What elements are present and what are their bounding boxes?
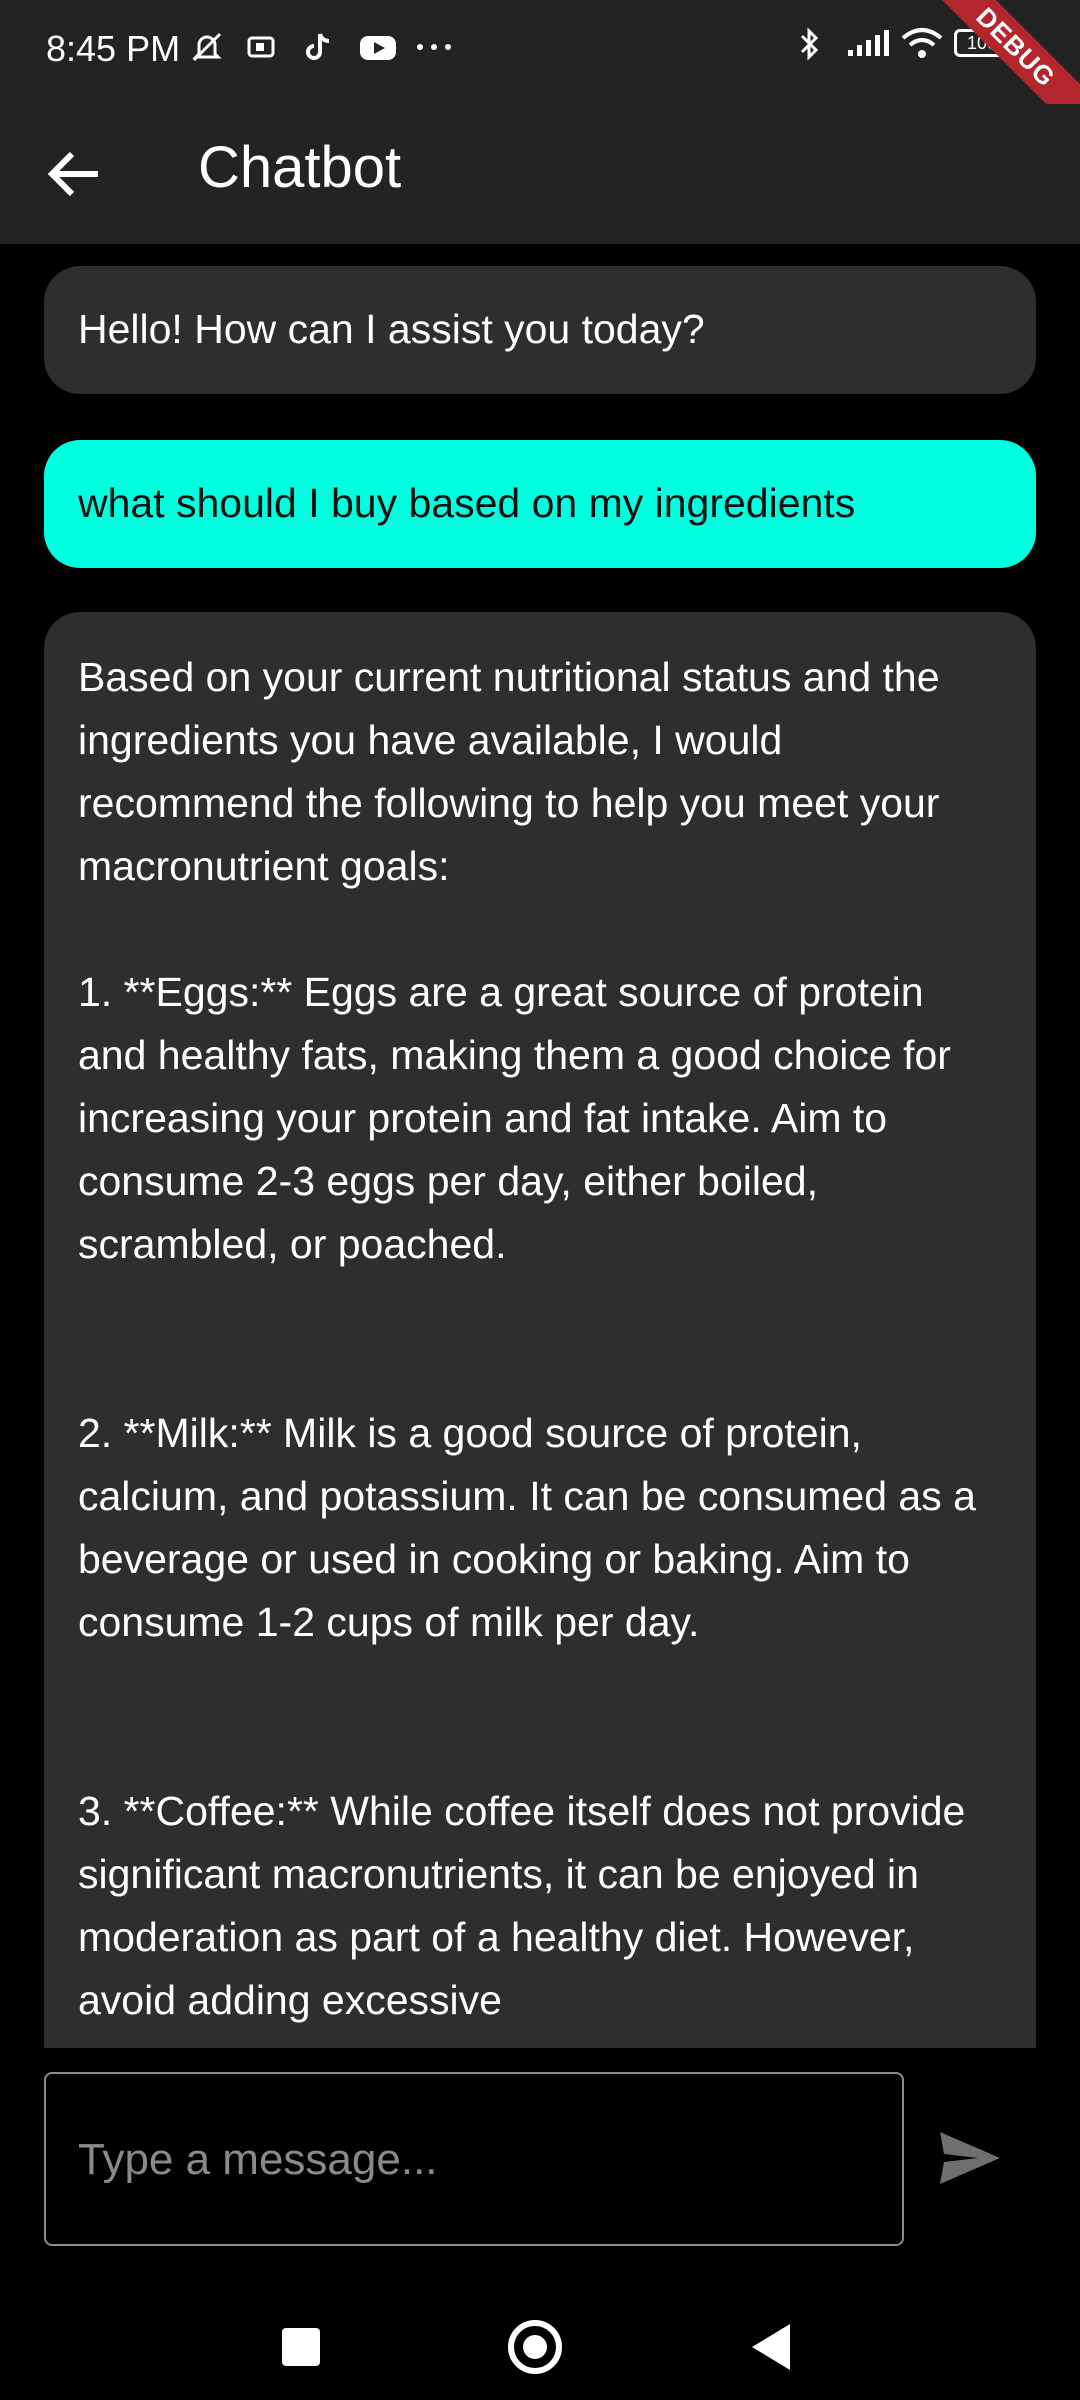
status-left-icons [190, 30, 451, 64]
send-button[interactable] [934, 2122, 1006, 2194]
more-dots-icon [414, 30, 451, 64]
tiktok-icon [302, 30, 336, 64]
chat-list[interactable]: Hello! How can I assist you today? what … [44, 266, 1036, 2048]
user-message: what should I buy based on my ingredient… [44, 440, 1036, 568]
bot-message: Hello! How can I assist you today? [44, 266, 1036, 394]
status-bar: 8:45 PM 100 DEBUG [0, 0, 1080, 139]
send-icon [940, 2132, 1000, 2184]
back-icon [752, 2324, 790, 2370]
wifi-icon [900, 26, 943, 60]
message-input[interactable] [76, 2074, 880, 2246]
screen-record-icon [246, 30, 280, 64]
recents-button[interactable] [266, 2312, 336, 2382]
arrow-back-icon [47, 151, 98, 197]
signal-icon [846, 26, 889, 60]
page-title: Chatbot [198, 135, 402, 200]
home-icon [508, 2320, 562, 2374]
status-time: 8:45 PM [46, 28, 181, 69]
message-field[interactable] [44, 2072, 904, 2246]
back-button[interactable] [36, 140, 116, 208]
app-bar: Chatbot [0, 104, 1080, 244]
mute-icon [190, 30, 224, 64]
recents-icon [282, 2328, 320, 2366]
system-nav-bar [0, 2290, 1080, 2400]
bluetooth-icon [792, 26, 826, 61]
youtube-icon [358, 30, 396, 64]
home-button[interactable] [500, 2312, 570, 2382]
bot-message: Based on your current nutritional status… [44, 612, 1036, 2048]
nav-back-button[interactable] [738, 2312, 808, 2382]
